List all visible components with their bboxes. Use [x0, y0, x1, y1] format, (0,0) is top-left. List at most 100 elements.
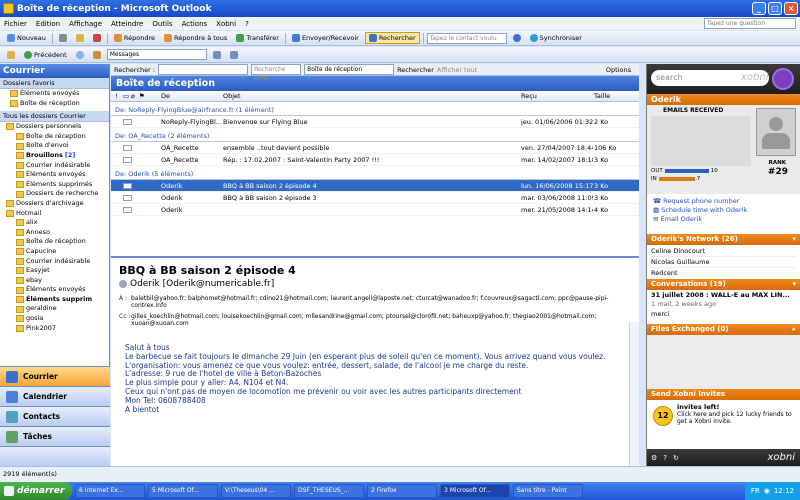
- refresh-icon[interactable]: ↻: [673, 454, 679, 462]
- message-row[interactable]: Oderik mer. 21/05/2008 14:14 4 Ko: [111, 204, 639, 216]
- nav-button-contacts[interactable]: Contacts: [0, 406, 110, 426]
- message-row[interactable]: NoReply-FlyingBl... Bienvenue sur Flying …: [111, 116, 639, 128]
- next-button[interactable]: [73, 49, 87, 61]
- conversation-next[interactable]: merci: [651, 309, 796, 320]
- taskbar-task[interactable]: V:\Theseus\04 ...: [221, 484, 291, 498]
- rules-button[interactable]: [227, 49, 241, 61]
- menu-xobni[interactable]: Xobni: [216, 20, 236, 28]
- folder-item[interactable]: Dossiers d'archivage: [0, 199, 109, 209]
- folder-item[interactable]: geraldine: [0, 304, 109, 314]
- taskbar-task[interactable]: DSF_THESEUS_...: [294, 484, 364, 498]
- importance-column-icon[interactable]: !: [115, 92, 118, 100]
- show-all-link[interactable]: Afficher tout: [437, 66, 477, 74]
- search-scope-value[interactable]: Boîte de réception: [304, 64, 395, 75]
- reading-scrollbar[interactable]: [629, 322, 639, 466]
- settings-icon[interactable]: ⚙: [651, 454, 657, 462]
- schedule-time-link[interactable]: ▦ Schedule time with Oderik: [653, 206, 794, 215]
- new-button[interactable]: Nouveau: [4, 32, 49, 44]
- close-icon[interactable]: ×: [784, 2, 798, 15]
- move-button[interactable]: [73, 32, 87, 44]
- network-section-header[interactable]: Oderik's Network (26) ▾: [647, 234, 800, 245]
- taskbar-task[interactable]: 5 Microsoft Of...: [148, 484, 218, 498]
- window-titlebar[interactable]: Boîte de réception - Microsoft Outlook _…: [0, 0, 800, 17]
- folder-item[interactable]: Anneso: [0, 228, 109, 238]
- language-indicator[interactable]: FR: [751, 487, 760, 495]
- nav-button-mail[interactable]: Courrier: [0, 366, 110, 386]
- folder-item[interactable]: Éléments supprim: [0, 295, 109, 305]
- print-button[interactable]: [56, 32, 70, 44]
- folder-item[interactable]: Éléments envoyés: [0, 170, 109, 180]
- previous-button[interactable]: Précédent: [21, 49, 70, 61]
- minimize-icon[interactable]: _: [752, 2, 766, 15]
- network-contact[interactable]: Redcent: [651, 268, 796, 278]
- folder-item[interactable]: Boîte de réception: [0, 132, 109, 142]
- nav-shortcuts-tray[interactable]: [0, 446, 110, 466]
- maximize-icon[interactable]: □: [768, 2, 782, 15]
- message-group-header[interactable]: De: NoReply-FlyingBlue@airfrance.fr (1 é…: [111, 105, 639, 116]
- invites-section-header[interactable]: Send Xobni Invites: [647, 389, 800, 400]
- network-icon[interactable]: ◉: [764, 487, 770, 495]
- nav-button-calendar[interactable]: Calendrier: [0, 386, 110, 406]
- reply-all-button[interactable]: Répondre à tous: [161, 32, 230, 44]
- message-row[interactable]: OA_Recette ensemble ..tout devient possib…: [111, 142, 639, 154]
- home-button[interactable]: [90, 49, 104, 61]
- folder-item[interactable]: Éléments envoyés: [0, 285, 109, 295]
- send-receive-button[interactable]: Envoyer/Recevoir: [289, 32, 362, 44]
- start-button[interactable]: démarrer: [0, 482, 72, 500]
- forward-button[interactable]: Transférer: [233, 32, 282, 44]
- folder-item[interactable]: gosia: [0, 314, 109, 324]
- options-button[interactable]: Options: [606, 66, 631, 74]
- menu-help[interactable]: ?: [245, 20, 249, 28]
- folder-item[interactable]: Courrier indésirable: [0, 257, 109, 267]
- taskbar-task[interactable]: 2 Firefox: [367, 484, 437, 498]
- delete-button[interactable]: [90, 32, 104, 44]
- menu-actions[interactable]: Actions: [182, 20, 208, 28]
- toolbar-options-button[interactable]: [4, 49, 18, 61]
- network-contact[interactable]: Nicolas Guillaume: [651, 257, 796, 268]
- menu-outils[interactable]: Outils: [152, 20, 172, 28]
- folder-item[interactable]: Éléments supprimés: [0, 180, 109, 190]
- message-cc-cont[interactable]: xuoan@xuoan.com: [131, 320, 189, 327]
- folder-item[interactable]: Capucine: [0, 247, 109, 257]
- contact-search-input[interactable]: Tapez le contact voulu: [426, 32, 507, 44]
- collapse-icon[interactable]: ▾: [792, 234, 796, 245]
- favorite-item[interactable]: Éléments envoyés: [0, 89, 109, 99]
- message-from[interactable]: Oderik [Oderik@numericable.fr]: [119, 279, 274, 289]
- message-group-header[interactable]: De: OA_Recette (2 éléments): [111, 131, 639, 142]
- taskbar-task[interactable]: Sans titre - Paint: [513, 484, 583, 498]
- menu-affichage[interactable]: Affichage: [69, 20, 102, 28]
- network-contact[interactable]: Celine Dinocourt: [651, 246, 796, 257]
- nav-button-tasks[interactable]: Tâches: [0, 426, 110, 446]
- search-scope-select[interactable]: Recherche dans: [251, 64, 302, 82]
- conversations-section-header[interactable]: Conversations (19) ▾: [647, 279, 800, 290]
- type-column-icon[interactable]: ▭: [123, 92, 129, 100]
- column-subject[interactable]: Objet: [223, 92, 241, 100]
- folder-item[interactable]: Dossiers de recherche: [0, 189, 109, 199]
- view-button[interactable]: [210, 49, 224, 61]
- favorite-item[interactable]: Boîte de réception: [0, 99, 109, 109]
- folder-item[interactable]: Hotmail: [0, 209, 109, 219]
- search-icon[interactable]: [772, 68, 794, 90]
- search-input[interactable]: [158, 64, 249, 75]
- message-group-header[interactable]: De: Oderik (5 éléments): [111, 169, 639, 180]
- search-button[interactable]: Rechercher: [397, 66, 434, 74]
- request-phone-link[interactable]: ☎ Request phone number: [653, 197, 794, 206]
- folder-item[interactable]: Courrier indésirable: [0, 161, 109, 171]
- sync-button[interactable]: Synchroniser: [527, 32, 585, 44]
- message-row[interactable]: OA_Recette Rép. : 17.02.2007 : Saint-Vale…: [111, 154, 639, 166]
- conversation-title[interactable]: 31 juillet 2008 : WALL-E au MAX LIN...: [651, 291, 796, 300]
- collapse-icon[interactable]: ▾: [792, 279, 796, 290]
- help-search-input[interactable]: Tapez une question: [704, 18, 796, 29]
- collapse-icon[interactable]: ▸: [792, 324, 796, 335]
- folder-item[interactable]: Boîte de réception: [0, 237, 109, 247]
- find-button[interactable]: Rechercher: [364, 32, 420, 44]
- folder-item[interactable]: Brouillons [2]: [0, 151, 109, 161]
- help-button[interactable]: [510, 32, 524, 44]
- menu-edition[interactable]: Edition: [36, 20, 60, 28]
- flag-column-icon[interactable]: ⚑: [139, 92, 145, 100]
- attachment-column-icon[interactable]: ⌀: [131, 92, 135, 100]
- taskbar-task[interactable]: 3 Microsoft Of...: [440, 484, 510, 498]
- message-row[interactable]: Oderik BBQ à BB saison 2 épisode 3 mar. 03…: [111, 192, 639, 204]
- column-received[interactable]: Reçu: [521, 92, 537, 100]
- column-from[interactable]: De: [161, 92, 170, 100]
